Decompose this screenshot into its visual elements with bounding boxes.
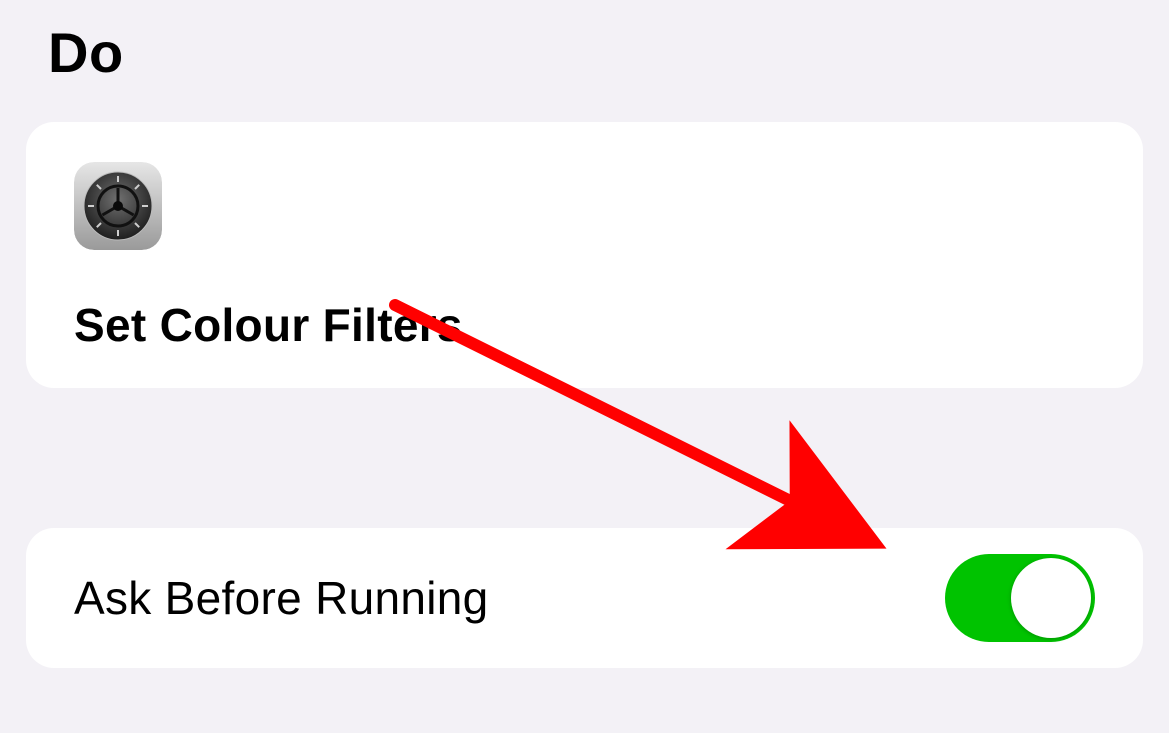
section-header-do: Do	[48, 20, 124, 85]
toggle-knob	[1011, 558, 1091, 638]
settings-app-icon	[74, 162, 162, 250]
action-card-set-colour-filters[interactable]: Set Colour Filters	[26, 122, 1143, 388]
ask-before-running-toggle[interactable]	[945, 554, 1095, 642]
ask-before-running-row: Ask Before Running	[26, 528, 1143, 668]
toggle-label-ask-before-running: Ask Before Running	[74, 571, 489, 625]
action-title: Set Colour Filters	[74, 298, 1095, 352]
